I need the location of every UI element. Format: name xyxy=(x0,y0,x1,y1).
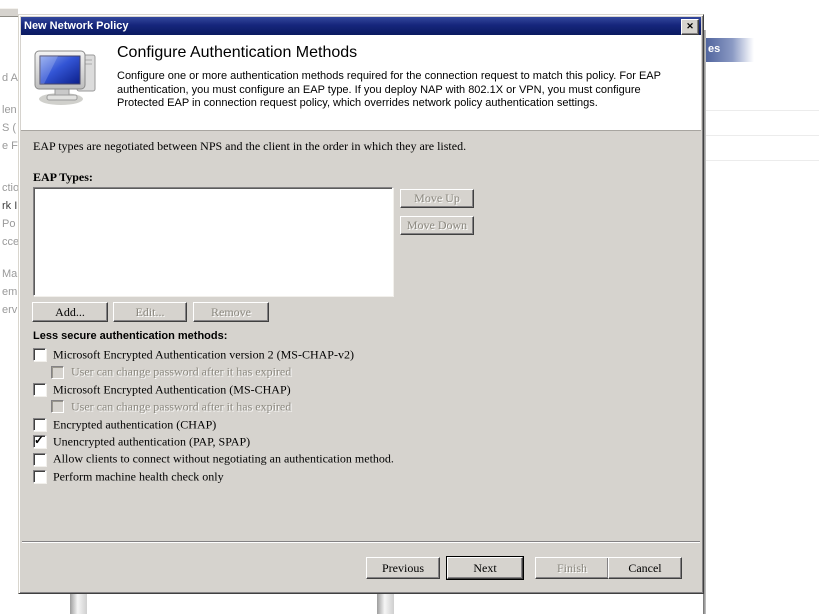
checkbox-pwd-expired xyxy=(51,400,64,413)
eap-negotiation-note: EAP types are negotiated between NPS and… xyxy=(33,139,466,154)
background-divider xyxy=(706,110,819,111)
checkbox-row-ms-chap: Microsoft Encrypted Authentication (MS-C… xyxy=(33,381,673,398)
move-down-button: Move Down xyxy=(400,216,474,235)
checkbox-row-ms-chap-v2: Microsoft Encrypted Authentication versi… xyxy=(33,346,673,363)
checkbox-label-pwd-expired: User can change password after it has ex… xyxy=(71,399,291,413)
previous-button[interactable]: Previous xyxy=(366,557,440,579)
checkbox-allow-no-auth[interactable] xyxy=(33,453,46,466)
background-text-fragment: rk I xyxy=(2,200,17,212)
background-text-fragment: erv xyxy=(2,304,17,316)
checkbox-pwd-expired-v2 xyxy=(51,366,64,379)
checkbox-label-ms-chap[interactable]: Microsoft Encrypted Authentication (MS-C… xyxy=(53,382,291,396)
background-divider xyxy=(706,160,819,161)
title-bar[interactable]: New Network Policy ✕ xyxy=(21,17,701,35)
background-window-fragment xyxy=(0,8,18,17)
checkbox-row-pwd-expired: User can change password after it has ex… xyxy=(33,398,673,415)
background-text-fragment: S ( xyxy=(2,122,16,134)
new-network-policy-dialog: New Network Policy ✕ xyxy=(18,14,704,594)
footer-separator xyxy=(22,541,700,543)
wizard-header: Configure Authentication Methods Configu… xyxy=(21,35,701,131)
move-up-button: Move Up xyxy=(400,189,474,208)
checkbox-ms-chap-v2[interactable] xyxy=(33,348,46,361)
background-text-fragment: d A xyxy=(2,72,18,84)
background-divider xyxy=(706,135,819,136)
background-window-fragment xyxy=(70,594,87,614)
checkbox-ms-chap[interactable] xyxy=(33,383,46,396)
checkbox-row-pap-spap: ✓ Unencrypted authentication (PAP, SPAP) xyxy=(33,433,673,450)
eap-types-label: EAP Types: xyxy=(33,170,93,185)
checkmark-icon: ✓ xyxy=(34,433,44,447)
add-button[interactable]: Add... xyxy=(32,302,108,322)
close-icon[interactable]: ✕ xyxy=(681,19,699,35)
page-title: Configure Authentication Methods xyxy=(117,44,357,62)
checkbox-row-allow-no-auth: Allow clients to connect without negotia… xyxy=(33,450,673,467)
screen: d A len S ( e F ctio rk I Po cce Ma em erv es New … xyxy=(0,0,819,614)
checkbox-label-ms-chap-v2[interactable]: Microsoft Encrypted Authentication versi… xyxy=(53,347,354,361)
checkbox-row-machine-health: Perform machine health check only xyxy=(33,468,673,485)
background-text-fragment: len xyxy=(2,104,17,116)
background-text-fragment: Ma xyxy=(2,268,17,280)
checkbox-label-allow-no-auth[interactable]: Allow clients to connect without negotia… xyxy=(53,452,394,466)
background-text-fragment: cce xyxy=(2,236,19,248)
background-window-fragment xyxy=(377,594,394,614)
cancel-button[interactable]: Cancel xyxy=(608,557,682,579)
checkbox-pap-spap[interactable]: ✓ xyxy=(33,435,46,448)
checkbox-label-pwd-expired-v2: User can change password after it has ex… xyxy=(71,365,291,379)
checkbox-row-pwd-expired-v2: User can change password after it has ex… xyxy=(33,363,673,380)
less-secure-label: Less secure authentication methods: xyxy=(33,330,227,342)
background-selected-item: es xyxy=(706,38,754,62)
background-text-fragment: ctio xyxy=(2,182,19,194)
next-button[interactable]: Next xyxy=(447,557,523,579)
checkbox-row-chap: Encrypted authentication (CHAP) xyxy=(33,416,673,433)
checkbox-list: Microsoft Encrypted Authentication versi… xyxy=(33,346,673,485)
background-text-fragment: e F xyxy=(2,140,18,152)
computer-icon xyxy=(31,47,103,107)
edit-button: Edit... xyxy=(113,302,187,322)
checkbox-machine-health[interactable] xyxy=(33,470,46,483)
checkbox-label-chap[interactable]: Encrypted authentication (CHAP) xyxy=(53,417,216,431)
window-title: New Network Policy xyxy=(24,20,129,32)
finish-button: Finish xyxy=(535,557,609,579)
page-description: Configure one or more authentication met… xyxy=(117,70,689,111)
background-text-fragment: Po xyxy=(2,218,15,230)
checkbox-label-machine-health[interactable]: Perform machine health check only xyxy=(53,469,224,483)
checkbox-label-pap-spap[interactable]: Unencrypted authentication (PAP, SPAP) xyxy=(53,434,250,448)
remove-button: Remove xyxy=(193,302,269,322)
checkbox-chap[interactable] xyxy=(33,418,46,431)
background-text-fragment: em xyxy=(2,286,17,298)
eap-types-listbox[interactable] xyxy=(33,187,393,296)
